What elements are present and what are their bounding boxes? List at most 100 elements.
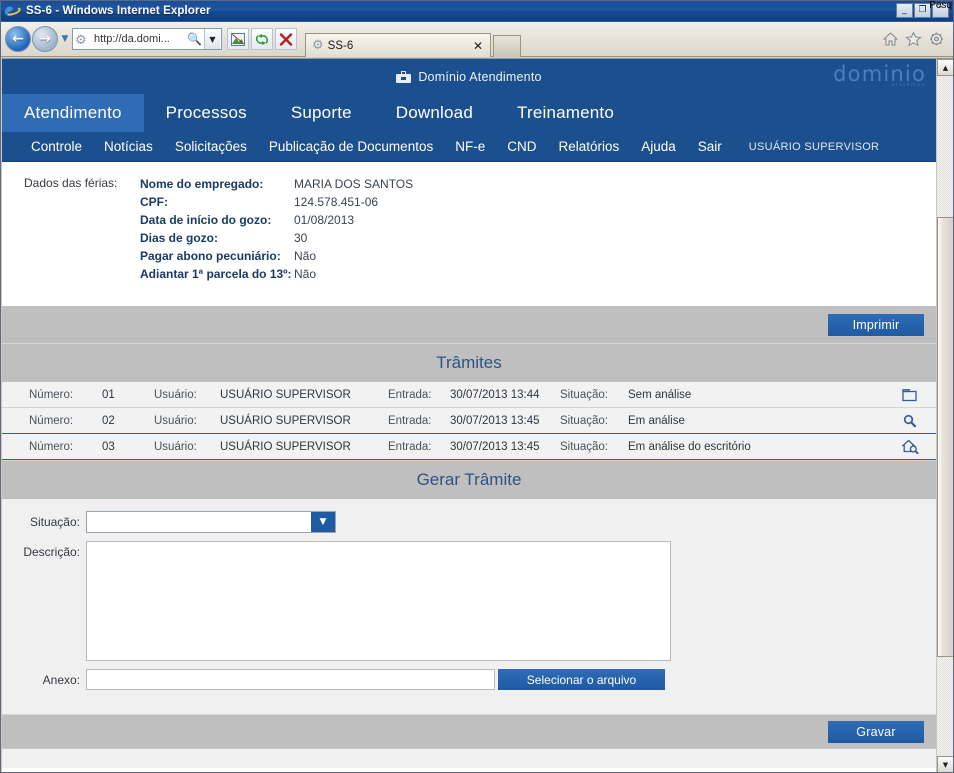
nav-item-atendimento[interactable]: Atendimento (2, 94, 144, 132)
tools-gear-icon[interactable] (928, 31, 945, 47)
favorites-star-icon[interactable] (905, 31, 922, 47)
field-label-adiantar-13: Adiantar 1ª parcela do 13º: (140, 267, 292, 281)
subnav-item-controle[interactable]: Controle (20, 139, 93, 154)
tab-label: SS-6 (327, 39, 354, 52)
gear-icon: ⚙ (75, 33, 87, 48)
subnav-item-publicacao-documentos[interactable]: Publicação de Documentos (258, 139, 444, 154)
table-row[interactable]: Número: 01 Usuário: USUÁRIO SUPERVISOR E… (2, 382, 936, 408)
back-button[interactable]: ← (5, 26, 31, 52)
field-value-nome: MARIA DOS SANTOS (294, 177, 414, 191)
nav-item-processos[interactable]: Processos (144, 94, 269, 132)
row-label-entrada: Entrada: (388, 414, 432, 427)
descricao-textarea[interactable] (86, 541, 671, 661)
house-search-icon[interactable] (884, 439, 936, 454)
situacao-row: Situação: ▼ (2, 511, 936, 533)
field-label-abono: Pagar abono pecuniário: (140, 249, 281, 263)
row-label-situacao: Situação: (560, 440, 608, 453)
magnifier-icon[interactable] (884, 414, 936, 428)
scroll-up-button[interactable]: ▲ (937, 59, 953, 76)
select-file-button[interactable]: Selecionar o arquivo (498, 669, 665, 690)
nav-label: Download (395, 103, 473, 122)
compatibility-view-icon[interactable] (227, 28, 249, 50)
folder-icon[interactable] (884, 388, 936, 402)
subnav-item-nfe[interactable]: NF-e (444, 139, 496, 154)
toolbar-right-icons (882, 31, 949, 47)
subnav-item-cnd[interactable]: CND (496, 139, 547, 154)
subnav-item-sair[interactable]: Sair (687, 139, 733, 154)
gear-glyph (930, 32, 943, 46)
history-dropdown-icon[interactable]: ▼ (58, 34, 72, 44)
subnav-item-ajuda[interactable]: Ajuda (630, 139, 687, 154)
home-icon[interactable] (882, 31, 899, 47)
row-label-usuario: Usuário: (154, 440, 197, 453)
site-header-title: Domínio Atendimento (418, 69, 542, 84)
house-search-glyph (901, 439, 918, 454)
tramites-section-title: Trâmites (2, 343, 936, 382)
search-tooltip-text: Pesq (929, 0, 952, 11)
address-dropdown-icon[interactable]: ▼ (204, 29, 220, 49)
field-value-adiantar-13: Não (294, 267, 317, 281)
row-label-entrada: Entrada: (388, 440, 432, 453)
internet-explorer-icon: e (4, 1, 22, 19)
save-button[interactable]: Gravar (828, 720, 924, 743)
new-tab-button[interactable] (493, 35, 521, 57)
descricao-label: Descrição: (23, 545, 80, 559)
vacation-details-grid: Nome do empregado: MARIA DOS SANTOS CPF:… (140, 176, 413, 283)
folder-glyph (902, 388, 917, 401)
nav-item-suporte[interactable]: Suporte (269, 94, 374, 132)
table-row[interactable]: Número: 03 Usuário: USUÁRIO SUPERVISOR E… (2, 434, 936, 460)
nav-label: Processos (165, 103, 247, 122)
nav-item-download[interactable]: Download (374, 94, 495, 132)
window-title: SS-6 - Windows Internet Explorer (26, 5, 211, 17)
nav-item-treinamento[interactable]: Treinamento (495, 94, 636, 132)
briefcase-icon (396, 70, 412, 83)
browser-tab[interactable]: ⚙ SS-6 ✕ (305, 33, 491, 57)
row-value-numero: 01 (102, 388, 115, 401)
row-label-usuario: Usuário: (154, 414, 197, 427)
close-icon[interactable]: ✕ (470, 39, 486, 53)
minimize-button[interactable]: _ (896, 3, 913, 18)
subnav-item-noticias[interactable]: Notícias (93, 139, 164, 154)
address-bar[interactable]: ⚙ http://da.domi... 🔍 ▼ (72, 28, 222, 50)
page-bottom-strip (2, 748, 936, 768)
field-label-dias-gozo: Dias de gozo: (140, 231, 219, 245)
row-label-numero: Número: (29, 388, 74, 401)
row-value-usuario: USUÁRIO SUPERVISOR (220, 440, 351, 453)
forward-button[interactable]: → (32, 26, 58, 52)
nav-label: Suporte (290, 103, 352, 122)
row-value-numero: 02 (102, 414, 115, 427)
field-value-dias-gozo: 30 (294, 231, 308, 245)
subnav-item-relatorios[interactable]: Relatórios (547, 139, 630, 154)
row-value-situacao: Em análise do escritório (628, 440, 751, 453)
field-label-cpf: CPF: (140, 195, 168, 209)
row-value-usuario: USUÁRIO SUPERVISOR (220, 388, 351, 401)
row-value-entrada: 30/07/2013 13:44 (450, 388, 540, 401)
situacao-select-value (87, 512, 311, 532)
address-input[interactable]: http://da.domi... (94, 33, 185, 45)
search-icon[interactable]: 🔍 (185, 32, 204, 46)
stop-button[interactable] (275, 28, 297, 50)
table-row[interactable]: Número: 02 Usuário: USUÁRIO SUPERVISOR E… (2, 408, 936, 434)
current-user-label: USUÁRIO SUPERVISOR (748, 140, 880, 153)
stop-x-icon (279, 32, 293, 46)
anexo-input[interactable] (86, 669, 495, 690)
refresh-button[interactable] (251, 28, 273, 50)
chevron-down-icon[interactable]: ▼ (311, 512, 335, 532)
row-value-situacao: Em análise (628, 414, 685, 427)
scroll-down-button[interactable]: ▼ (937, 756, 953, 772)
field-value-cpf: 124.578.451-06 (294, 195, 379, 209)
anexo-label: Anexo: (42, 673, 80, 687)
web-page: Domínio Atendimento dominio sistemas Ate… (2, 59, 936, 772)
tab-favicon-gear-icon: ⚙ (312, 37, 324, 53)
vacation-details-panel: Dados das férias: Nome do empregado: MAR… (2, 162, 936, 305)
row-label-entrada: Entrada: (388, 388, 432, 401)
row-label-situacao: Situação: (560, 414, 608, 427)
page-viewport: Domínio Atendimento dominio sistemas Ate… (2, 58, 953, 772)
situacao-select[interactable]: ▼ (86, 511, 336, 533)
vertical-scrollbar[interactable]: ▲ ▼ (936, 59, 953, 772)
print-button[interactable]: Imprimir (828, 313, 924, 336)
field-label-nome: Nome do empregado: (140, 177, 264, 191)
subnav-item-solicitacoes[interactable]: Solicitações (164, 139, 258, 154)
scrollbar-thumb[interactable] (937, 217, 953, 657)
star-glyph (905, 31, 922, 47)
